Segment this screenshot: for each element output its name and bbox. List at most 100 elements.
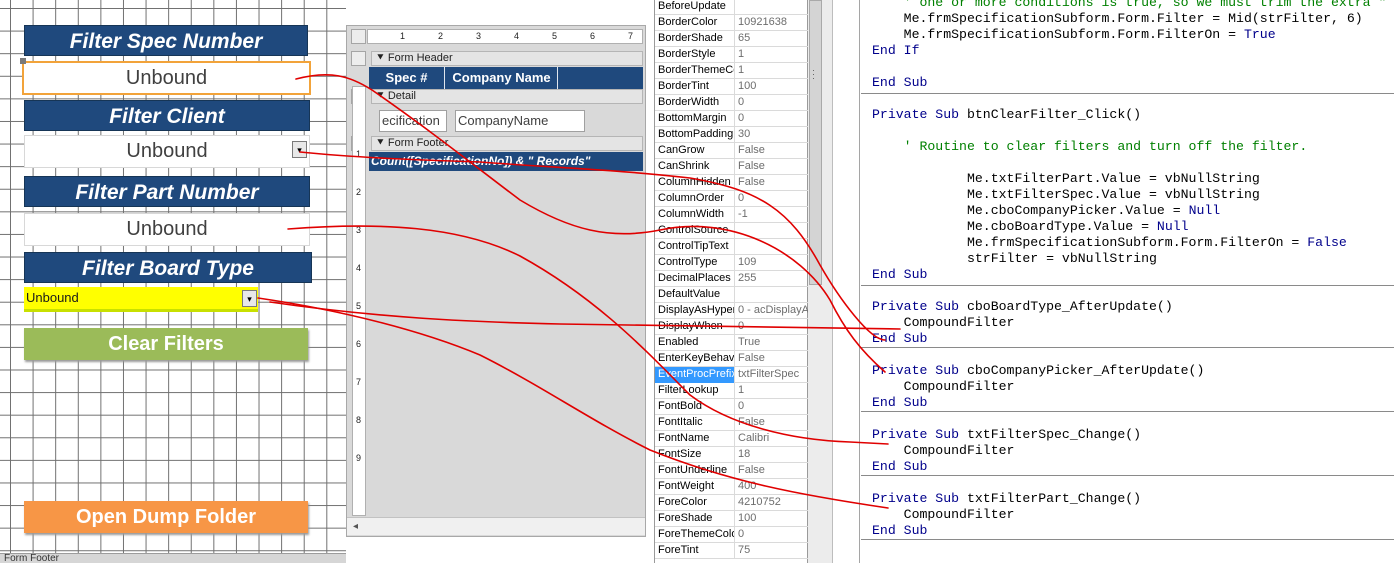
property-row[interactable]: FontName Calibri (655, 431, 809, 447)
client-picker-combo[interactable]: Unbound (24, 135, 310, 168)
property-row[interactable]: FontUnderline False (655, 463, 809, 479)
ruler-mark: 5 (552, 31, 558, 41)
property-row[interactable]: FilterLookup 1 (655, 383, 809, 399)
company-name-field[interactable]: CompanyName (455, 110, 585, 132)
property-row[interactable]: ForeColor 4210752 (655, 495, 809, 511)
property-row[interactable]: BorderThemeCo 1 (655, 63, 809, 79)
property-row[interactable]: BorderColor 10921638 (655, 15, 809, 31)
property-row[interactable]: ForeTint 75 (655, 543, 809, 559)
code-line: End Sub (872, 75, 928, 90)
property-value[interactable]: False (736, 351, 808, 367)
property-value[interactable]: 0 (736, 527, 808, 543)
form-header-selector[interactable] (351, 51, 366, 66)
property-value[interactable]: 4210752 (736, 495, 808, 511)
property-row[interactable]: ColumnWidth -1 (655, 207, 809, 223)
selection-handle[interactable] (20, 58, 26, 64)
property-value[interactable]: 65 (736, 31, 808, 47)
property-value[interactable]: False (736, 143, 808, 159)
property-value[interactable]: 30 (736, 127, 808, 143)
client-dropdown-arrow-icon[interactable]: ▾ (292, 141, 307, 158)
property-row[interactable]: BorderStyle 1 (655, 47, 809, 63)
property-row[interactable]: BeforeUpdate (655, 0, 809, 15)
property-value[interactable]: 18 (736, 447, 808, 463)
code-editor[interactable]: ' one or more conditions is true, so we … (861, 0, 1394, 563)
property-row[interactable]: FontBold 0 (655, 399, 809, 415)
board-type-combo[interactable]: Unbound (24, 287, 258, 309)
code-text: txtFilterSpec_Change() (966, 427, 1142, 442)
form-footer-section-bar[interactable]: Form Footer (0, 553, 346, 563)
property-row[interactable]: ControlSource (655, 223, 809, 239)
property-row[interactable]: FontItalic False (655, 415, 809, 431)
property-row[interactable]: ForeThemeColor 0 (655, 527, 809, 543)
property-value[interactable]: 0 - acDisplayAs (736, 303, 808, 319)
property-value[interactable]: 0 (736, 399, 808, 415)
property-row[interactable]: Enabled True (655, 335, 809, 351)
property-row[interactable]: BottomPadding 30 (655, 127, 809, 143)
property-name: BeforeUpdate (655, 0, 735, 15)
property-row[interactable]: BorderWidth 0 (655, 95, 809, 111)
property-value[interactable] (736, 239, 808, 255)
ruler-corner[interactable] (351, 29, 366, 44)
property-scrollbar-thumb[interactable] (809, 0, 822, 285)
filter-spec-textbox[interactable]: Unbound (22, 61, 311, 95)
property-row[interactable]: DecimalPlaces 255 (655, 271, 809, 287)
property-value[interactable]: 0 (736, 111, 808, 127)
property-value[interactable]: 0 (736, 95, 808, 111)
property-value[interactable] (736, 223, 808, 239)
property-row[interactable]: DefaultValue (655, 287, 809, 303)
spec-number-field[interactable]: ecification (379, 110, 447, 132)
property-value[interactable]: txtFilterSpec (736, 367, 808, 383)
property-row[interactable]: ControlTipText (655, 239, 809, 255)
property-row[interactable]: ForeShade 100 (655, 511, 809, 527)
property-value[interactable]: -1 (736, 207, 808, 223)
property-value[interactable]: False (736, 415, 808, 431)
open-dump-folder-button[interactable]: Open Dump Folder (24, 501, 308, 533)
property-row[interactable]: EnterKeyBehavi False (655, 351, 809, 367)
property-row[interactable]: CanShrink False (655, 159, 809, 175)
property-row[interactable]: ColumnOrder 0 (655, 191, 809, 207)
company-column-header[interactable]: Company Name (446, 67, 558, 89)
filter-part-textbox[interactable]: Unbound (24, 213, 310, 246)
property-row[interactable]: ColumnHidden False (655, 175, 809, 191)
property-value[interactable]: 255 (736, 271, 808, 287)
property-row[interactable]: ControlType 109 (655, 255, 809, 271)
property-value[interactable]: False (736, 159, 808, 175)
property-row[interactable]: EventProcPrefix txtFilterSpec (655, 367, 809, 383)
horizontal-scrollbar[interactable]: ◂ (347, 517, 645, 535)
property-row[interactable]: BottomMargin 0 (655, 111, 809, 127)
property-value[interactable]: False (736, 463, 808, 479)
property-value[interactable]: 1 (736, 47, 808, 63)
property-row[interactable]: FontWeight 400 (655, 479, 809, 495)
detail-bar[interactable]: ⯆ Detail (371, 89, 643, 104)
property-value[interactable]: 10921638 (736, 15, 808, 31)
spec-column-header[interactable]: Spec # (369, 67, 445, 89)
ruler-mark: 9 (356, 453, 362, 463)
property-value[interactable] (736, 0, 808, 15)
property-value[interactable]: 0 (736, 191, 808, 207)
property-row[interactable]: FontSize 18 (655, 447, 809, 463)
record-count-field[interactable]: Count([SpecificationNo]) & " Records" (369, 152, 643, 171)
property-value[interactable] (736, 287, 808, 303)
scroll-left-icon[interactable]: ◂ (349, 520, 362, 533)
board-dropdown-arrow-icon[interactable]: ▾ (242, 290, 257, 307)
property-row[interactable]: BorderShade 65 (655, 31, 809, 47)
property-value[interactable]: 109 (736, 255, 808, 271)
form-header-bar[interactable]: ⯆ Form Header (371, 51, 643, 66)
property-value[interactable]: 0 (736, 319, 808, 335)
property-value[interactable]: 100 (736, 79, 808, 95)
property-value[interactable]: True (736, 335, 808, 351)
property-value[interactable]: 400 (736, 479, 808, 495)
property-row[interactable]: DisplayAsHyperl 0 - acDisplayAs (655, 303, 809, 319)
subform-footer-bar[interactable]: ⯆ Form Footer (371, 136, 643, 151)
property-value[interactable]: 1 (736, 63, 808, 79)
property-value[interactable]: False (736, 175, 808, 191)
property-row[interactable]: BorderTint 100 (655, 79, 809, 95)
ruler-mark: 6 (356, 339, 362, 349)
property-value[interactable]: 100 (736, 511, 808, 527)
property-value[interactable]: 1 (736, 383, 808, 399)
clear-filters-button[interactable]: Clear Filters (24, 328, 308, 360)
property-row[interactable]: DisplayWhen 0 (655, 319, 809, 335)
property-row[interactable]: CanGrow False (655, 143, 809, 159)
property-value[interactable]: 75 (736, 543, 808, 559)
property-value[interactable]: Calibri (736, 431, 808, 447)
